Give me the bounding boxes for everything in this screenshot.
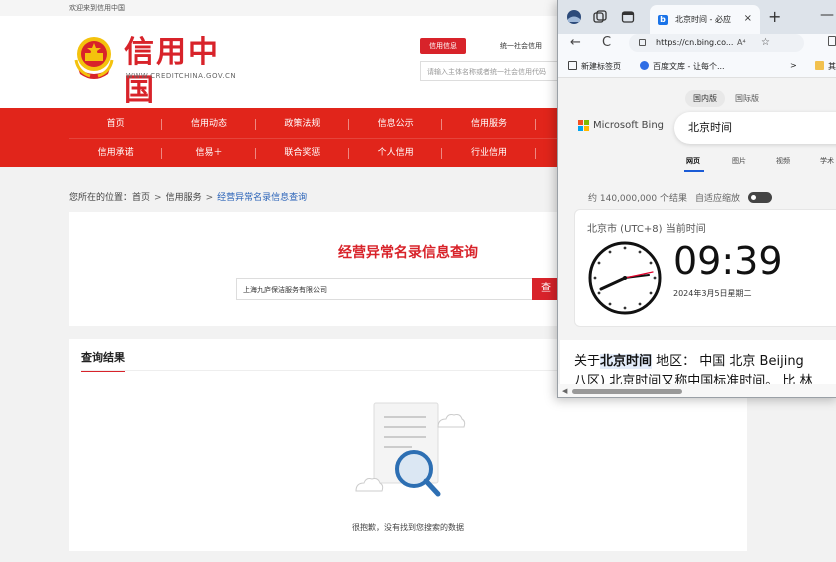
scrollbar-thumb[interactable] [572, 389, 682, 394]
nav-item-industry-credit[interactable]: 行业信用 [442, 139, 536, 166]
address-bar[interactable]: https://cn.bing.co... A⁴ ☆ [629, 34, 804, 52]
baidu-wenku-icon [640, 61, 649, 70]
about-suffix: 地区： 中国 北京 Beijing [652, 354, 804, 369]
result-meta: 约 140,000,000 个结果 自适应缩放 [588, 191, 772, 204]
nav-item-xinyi[interactable]: 信易＋ [162, 139, 256, 166]
tab-credit-info[interactable]: 信用信息 [420, 38, 466, 54]
nav-item-disclosure[interactable]: 信息公示 [349, 110, 443, 138]
scope-tab-images[interactable]: 图片 [732, 156, 746, 166]
new-tab-icon [568, 61, 577, 70]
favorites-overflow-chevron-icon[interactable]: > [790, 61, 797, 70]
tab-international[interactable]: 国际版 [735, 93, 759, 104]
bing-results-page: 国内版 国际版 Microsoft Bing 北京时间 网页 图片 视频 学术 … [558, 78, 836, 397]
current-time: 09:39 [673, 239, 783, 283]
empty-results-text: 很抱歉，没有找到您搜索的数据 [352, 523, 464, 532]
logo-subtitle: WWW.CREDITCHINA.GOV.CN [126, 72, 237, 80]
scope-tab-web[interactable]: 网页 [686, 156, 700, 166]
microsoft-bing-logo[interactable]: Microsoft Bing [578, 120, 664, 131]
adaptive-zoom-label: 自适应缩放 [694, 194, 740, 204]
scope-tab-indicator [684, 170, 704, 172]
read-aloud-icon[interactable]: A⁴ [737, 34, 746, 52]
nav-item-rewards[interactable]: 联合奖惩 [256, 139, 350, 166]
favorites-folder[interactable]: 其 [815, 61, 836, 72]
nav-item-personal-credit[interactable]: 个人信用 [349, 139, 443, 166]
tab-bing-time[interactable]: b 北京时间 - 必应 × [650, 5, 760, 34]
time-answer-card: 北京市 (UTC+8) 当前时间 09:39 2024年3月5日星期二 [574, 209, 836, 327]
new-tab-button[interactable]: + [768, 7, 781, 26]
profile-avatar-icon[interactable] [566, 9, 582, 25]
about-highlight: 北京时间 [600, 354, 653, 369]
close-tab-icon[interactable]: × [744, 13, 752, 24]
nav-item-credit-service[interactable]: 信用服务 [442, 110, 536, 138]
favorite-label: 新建标签页 [581, 62, 621, 71]
reload-button[interactable]: C [602, 34, 611, 52]
breadcrumb-separator: > [205, 193, 214, 203]
welcome-text: 欢迎来到信用中国 [69, 4, 125, 12]
company-search-input[interactable]: 上海九庐保洁服务有限公司 [236, 278, 533, 300]
minimize-button[interactable]: — [820, 7, 834, 23]
microsoft-logo-icon [578, 120, 589, 131]
current-date: 2024年3月5日星期二 [673, 289, 752, 298]
favorites-bar: 新建标签页 百度文库 - 让每个... > 其 [558, 56, 836, 78]
url-text: https://cn.bing.co... [656, 38, 734, 47]
query-button[interactable]: 查 [532, 278, 560, 300]
tab-actions-icon[interactable] [620, 9, 636, 25]
analog-clock-icon [588, 241, 662, 315]
empty-results-illustration-icon [355, 402, 466, 497]
tab-title: 北京时间 - 必应 [675, 15, 731, 24]
browser-window: b 北京时间 - 必应 × + — ← C https://cn.bing.co… [557, 0, 836, 398]
workspaces-icon[interactable] [592, 9, 608, 25]
horizontal-scrollbar[interactable]: ◀ [558, 384, 836, 397]
scope-tab-academic[interactable]: 学术 [820, 156, 834, 166]
header-search-input[interactable]: 请输入主体名称或者统一社会信用代码 [420, 61, 570, 81]
breadcrumb-section[interactable]: 信用服务 [166, 193, 202, 203]
site-logo[interactable]: 信用中国 WWW.CREDITCHINA.GOV.CN [70, 34, 250, 108]
browser-tabstrip: b 北京时间 - 必应 × + — [558, 0, 836, 34]
timezone-label: 北京市 (UTC+8) 当前时间 [587, 224, 706, 235]
breadcrumb: 您所在的位置：首页 > 信用服务 > 经营异常名录信息查询 [69, 190, 307, 203]
about-prefix: 关于 [574, 354, 601, 369]
nav-row-1: 首页 信用动态 政策法规 信息公示 信用服务 [69, 110, 629, 138]
about-heading[interactable]: 关于北京时间 地区： 中国 北京 Beijing [574, 350, 804, 369]
breadcrumb-home[interactable]: 首页 [132, 193, 150, 203]
scroll-left-arrow-icon[interactable]: ◀ [562, 387, 567, 395]
bing-search-input[interactable]: 北京时间 [674, 112, 836, 144]
scope-tab-videos[interactable]: 视频 [776, 156, 790, 166]
breadcrumb-prefix: 您所在的位置： [69, 193, 133, 203]
folder-icon [815, 61, 824, 70]
tab-unified-code[interactable]: 统一社会信用 [500, 41, 542, 51]
results-heading: 查询结果 [81, 349, 125, 372]
adaptive-zoom-toggle[interactable] [748, 192, 772, 203]
nav-row-2: 信用承诺 信易＋ 联合奖惩 个人信用 行业信用 [69, 138, 629, 166]
favorite-baidu-wenku[interactable]: 百度文库 - 让每个... [640, 61, 725, 72]
favorite-label: 百度文库 - 让每个... [653, 62, 725, 71]
national-emblem-icon [74, 37, 114, 79]
favorite-star-icon[interactable]: ☆ [761, 34, 770, 52]
header-search-tabs: 信用信息 统一社会信用 [420, 38, 542, 54]
split-screen-icon[interactable] [828, 36, 836, 46]
bing-favicon-icon: b [658, 14, 668, 25]
breadcrumb-current[interactable]: 经营异常名录信息查询 [217, 193, 307, 203]
nav-item-credit-news[interactable]: 信用动态 [162, 110, 256, 138]
breadcrumb-separator: > [154, 193, 162, 203]
lock-icon [639, 39, 646, 46]
tab-domestic[interactable]: 国内版 [685, 90, 725, 107]
scope-tabs: 网页 图片 视频 学术 [558, 156, 836, 176]
favorites-folder-label: 其 [828, 62, 836, 71]
nav-item-policy[interactable]: 政策法规 [256, 110, 350, 138]
favorite-new-tab[interactable]: 新建标签页 [568, 61, 621, 72]
bing-brand-text: Microsoft Bing [593, 120, 665, 131]
back-button[interactable]: ← [570, 34, 581, 52]
region-tabs: 国内版 国际版 [685, 90, 759, 107]
address-bar-row: ← C https://cn.bing.co... A⁴ ☆ [558, 34, 836, 56]
nav-item-home[interactable]: 首页 [69, 110, 163, 138]
result-count: 约 140,000,000 个结果 [588, 194, 687, 204]
nav-item-commitment[interactable]: 信用承诺 [69, 139, 163, 166]
